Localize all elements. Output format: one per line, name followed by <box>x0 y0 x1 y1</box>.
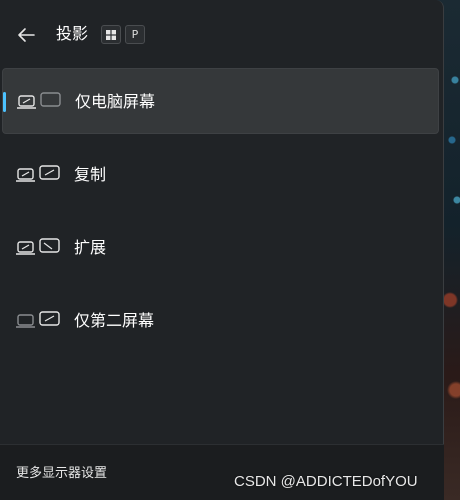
windows-logo-icon <box>106 29 116 40</box>
arrow-left-icon <box>18 28 35 42</box>
page-title: 投影 <box>56 24 89 43</box>
duplicate-icon <box>16 165 60 182</box>
flyout-header: 投影 P <box>0 0 444 68</box>
back-button[interactable] <box>12 22 40 48</box>
option-label: 复制 <box>74 165 107 184</box>
option-extend[interactable]: 扩展 <box>2 215 439 281</box>
p-key-badge: P <box>125 25 145 44</box>
extend-icon <box>16 238 60 255</box>
option-label: 扩展 <box>74 238 107 257</box>
option-second-screen-only[interactable]: 仅第二屏幕 <box>2 288 439 354</box>
option-label: 仅第二屏幕 <box>74 311 155 330</box>
option-duplicate[interactable]: 复制 <box>2 142 439 208</box>
pc-screen-only-icon <box>17 92 61 109</box>
project-flyout: 投影 P 仅电脑屏幕 复制 扩展 仅第二屏幕 更多显示器设置 <box>0 0 444 500</box>
windows-key-badge <box>101 25 121 44</box>
selection-indicator <box>3 92 6 112</box>
option-label: 仅电脑屏幕 <box>75 92 156 111</box>
more-display-settings-link[interactable]: 更多显示器设置 <box>16 465 107 483</box>
watermark: CSDN @ADDICTEDofYOU <box>234 473 418 490</box>
second-screen-only-icon <box>16 311 60 328</box>
option-pc-screen-only[interactable]: 仅电脑屏幕 <box>2 68 439 134</box>
